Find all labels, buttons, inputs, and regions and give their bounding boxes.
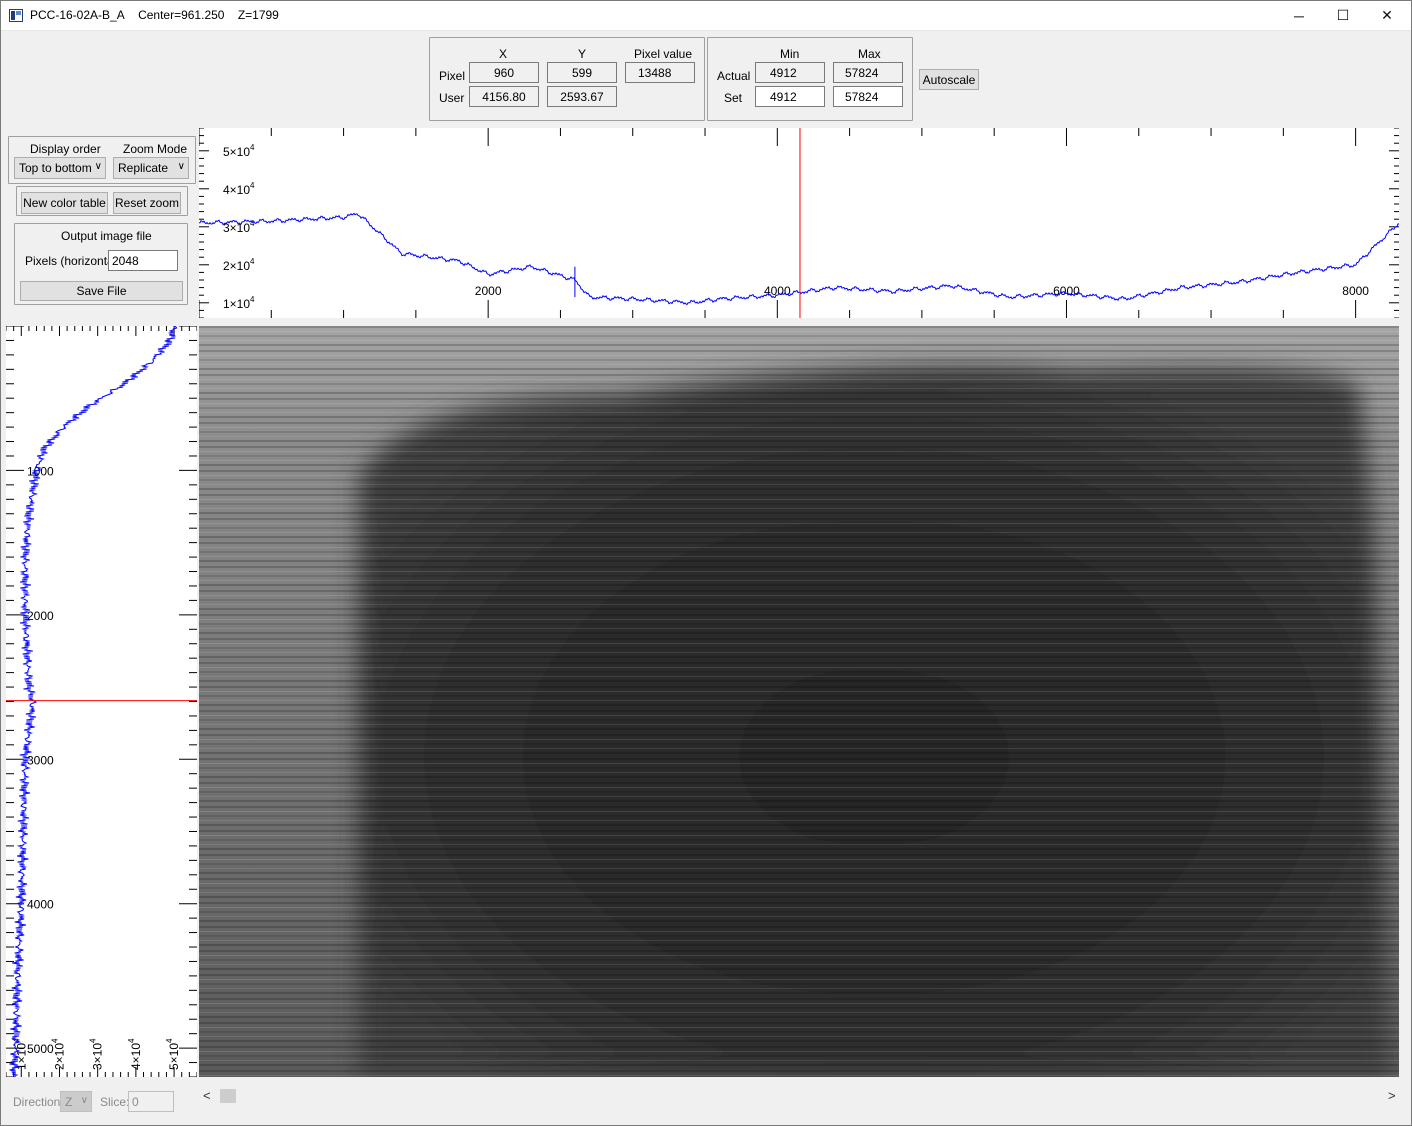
minimize-button[interactable]: ─ <box>1276 0 1322 31</box>
user-y-field: 2593.67 <box>547 86 617 107</box>
vertical-profile-chart: 100020003000400050001×1042×1043×1044×104… <box>5 325 198 1078</box>
horizontal-profile-chart: 1×1042×1043×1044×1045×1042000 4000 6000 800… <box>198 127 1400 319</box>
vertical-profile-plot[interactable]: 1000 2000 3000 4000 5000 1×104 2×104 3×104 4×104… <box>5 325 198 1078</box>
scrollbar-thumb[interactable] <box>220 1089 236 1103</box>
y-tick-exponent: 4 <box>250 219 255 228</box>
y-tick-exponent: 4 <box>250 181 255 190</box>
row-tick-label: 5000 <box>27 1042 54 1056</box>
direction-select[interactable]: Z ∨ <box>60 1091 92 1112</box>
chevron-down-icon: ∨ <box>80 1095 88 1106</box>
detector-image <box>199 326 1399 1077</box>
min-column-header: Min <box>780 47 800 61</box>
chevron-down-icon: ∨ <box>177 161 185 172</box>
horizontal-scrollbar[interactable]: < > <box>199 1086 1407 1106</box>
save-file-button[interactable]: Save File <box>20 281 183 301</box>
y-tick-exponent: 4 <box>250 143 255 152</box>
max-column-header: Max <box>858 47 881 61</box>
y-tick-label: 1×104 <box>223 295 255 311</box>
title-bar: PCC-16-02A-B_A Center=961.250 Z=1799 ─ ☐… <box>0 0 1412 31</box>
pixel-x-field: 960 <box>469 62 539 83</box>
horizontal-profile-line <box>198 212 1400 306</box>
row-tick-label: 4000 <box>27 898 54 912</box>
y-tick-label: 4×104 <box>223 181 255 197</box>
pixel-value-field: 13488 <box>625 62 695 83</box>
display-order-select[interactable]: Top to bottom ∨ <box>14 157 106 179</box>
app-icon <box>9 9 23 22</box>
zoom-mode-select[interactable]: Replicate ∨ <box>113 157 189 179</box>
horizontal-profile-plot[interactable]: 1×104 2×104 3×104 4×104 5×104 2000 4000 6000 800… <box>198 127 1400 319</box>
close-button[interactable]: ✕ <box>1364 0 1410 31</box>
user-x-field: 4156.80 <box>469 86 539 107</box>
direction-label: Direction: <box>13 1095 64 1109</box>
value-tick-label: 3×104 <box>89 1038 105 1070</box>
x-tick-label: 2000 <box>475 284 502 298</box>
value-tick-label: 2×104 <box>50 1038 66 1070</box>
set-max-input[interactable]: 57824 <box>833 86 903 107</box>
autoscale-button[interactable]: Autoscale <box>919 69 979 90</box>
value-tick-exponent: 4 <box>89 1038 98 1043</box>
actual-row-label: Actual <box>717 69 751 83</box>
row-tick-label: 2000 <box>27 609 54 623</box>
y-tick-exponent: 4 <box>250 257 255 266</box>
main-image-view[interactable] <box>199 326 1399 1077</box>
value-tick-label: 5×104 <box>165 1038 181 1070</box>
y-tick-label: 5×104 <box>223 143 255 159</box>
slice-label: Slice: <box>100 1095 130 1109</box>
chevron-down-icon: ∨ <box>94 161 102 172</box>
maximize-button[interactable]: ☐ <box>1320 0 1366 31</box>
x-tick-label: 4000 <box>764 284 791 298</box>
center-readout: Center=961.250 <box>138 8 225 22</box>
value-tick-label: 4×104 <box>127 1038 143 1070</box>
z-readout: Z=1799 <box>237 8 279 22</box>
set-row-label: Set <box>724 91 743 105</box>
set-min-input[interactable]: 4912 <box>755 86 825 107</box>
reset-zoom-button[interactable]: Reset zoom <box>113 192 181 214</box>
zoom-mode-value: Replicate <box>118 161 169 175</box>
pixel-y-field: 599 <box>547 62 617 83</box>
actual-max-field: 57824 <box>833 62 903 83</box>
pixel-row-label: Pixel <box>439 69 466 83</box>
row-tick-label: 1000 <box>27 464 54 478</box>
output-image-file-label: Output image file <box>61 229 152 243</box>
vertical-profile-line <box>9 325 178 1078</box>
x-column-header: X <box>499 47 508 61</box>
value-tick-exponent: 4 <box>165 1038 174 1043</box>
slice-input[interactable]: 0 <box>128 1091 174 1112</box>
display-order-label: Display order <box>30 142 101 156</box>
zoom-mode-label: Zoom Mode <box>123 142 188 156</box>
display-order-value: Top to bottom <box>19 161 92 175</box>
value-tick-exponent: 4 <box>127 1038 136 1043</box>
user-row-label: User <box>439 91 465 105</box>
pixel-value-column-header: Pixel value <box>634 47 693 61</box>
new-color-table-button[interactable]: New color table <box>21 192 108 214</box>
direction-value: Z <box>65 1094 73 1109</box>
scroll-right-arrow[interactable]: > <box>1388 1088 1396 1103</box>
pixels-horizontal-label: Pixels (horizontal) <box>25 254 121 268</box>
pixels-horizontal-input[interactable]: 2048 <box>108 250 178 271</box>
value-tick-exponent: 4 <box>50 1038 59 1043</box>
actual-min-field: 4912 <box>755 62 825 83</box>
row-tick-label: 3000 <box>27 753 54 767</box>
y-column-header: Y <box>578 47 587 61</box>
y-tick-label: 2×104 <box>223 257 255 273</box>
window-title: PCC-16-02A-B_A Center=961.250 Z=1799 <box>30 8 279 22</box>
scroll-left-arrow[interactable]: < <box>203 1088 211 1103</box>
y-tick-exponent: 4 <box>250 295 255 304</box>
x-tick-label: 8000 <box>1342 284 1369 298</box>
